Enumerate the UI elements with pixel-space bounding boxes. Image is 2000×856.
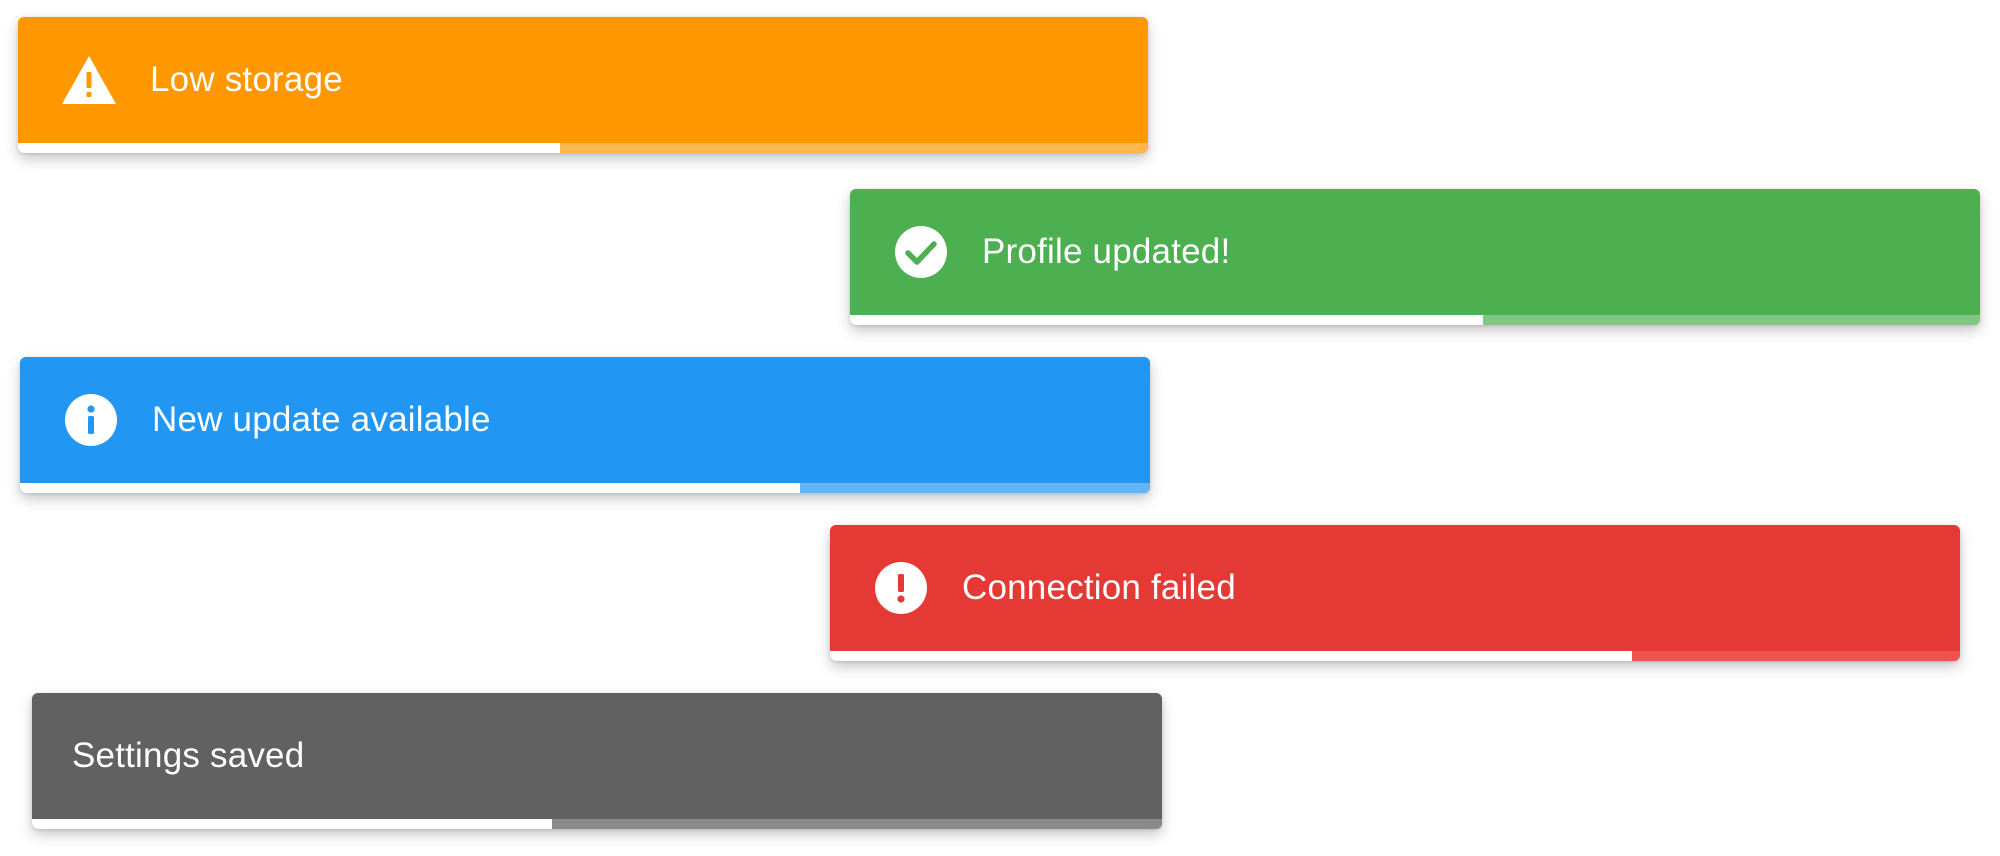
toast-content: New update available [20,357,1150,483]
progress-track [32,819,1162,829]
toast-message: Connection failed [962,568,1236,607]
toast-neutral[interactable]: Settings saved [32,693,1162,829]
toast-message: Settings saved [72,736,305,775]
check-circle-icon [892,223,950,281]
progress-bar [18,143,561,153]
toast-info[interactable]: New update available [20,357,1150,493]
toast-message: Profile updated! [982,232,1231,271]
progress-bar [32,819,552,829]
warning-icon [60,51,118,109]
toast-content: Connection failed [830,525,1960,651]
progress-track [20,483,1150,493]
progress-bar [20,483,800,493]
progress-track [830,651,1960,661]
toast-message: Low storage [150,60,343,99]
error-icon [872,559,930,617]
toast-content: Low storage [18,17,1148,143]
toast-warning[interactable]: Low storage [18,17,1148,153]
progress-track [18,143,1148,153]
toast-message: New update available [152,400,491,439]
info-icon [62,391,120,449]
toast-success[interactable]: Profile updated! [850,189,1980,325]
toast-error[interactable]: Connection failed [830,525,1960,661]
progress-bar [830,651,1633,661]
progress-track [850,315,1980,325]
toast-content: Settings saved [32,693,1162,819]
progress-bar [850,315,1483,325]
toast-content: Profile updated! [850,189,1980,315]
